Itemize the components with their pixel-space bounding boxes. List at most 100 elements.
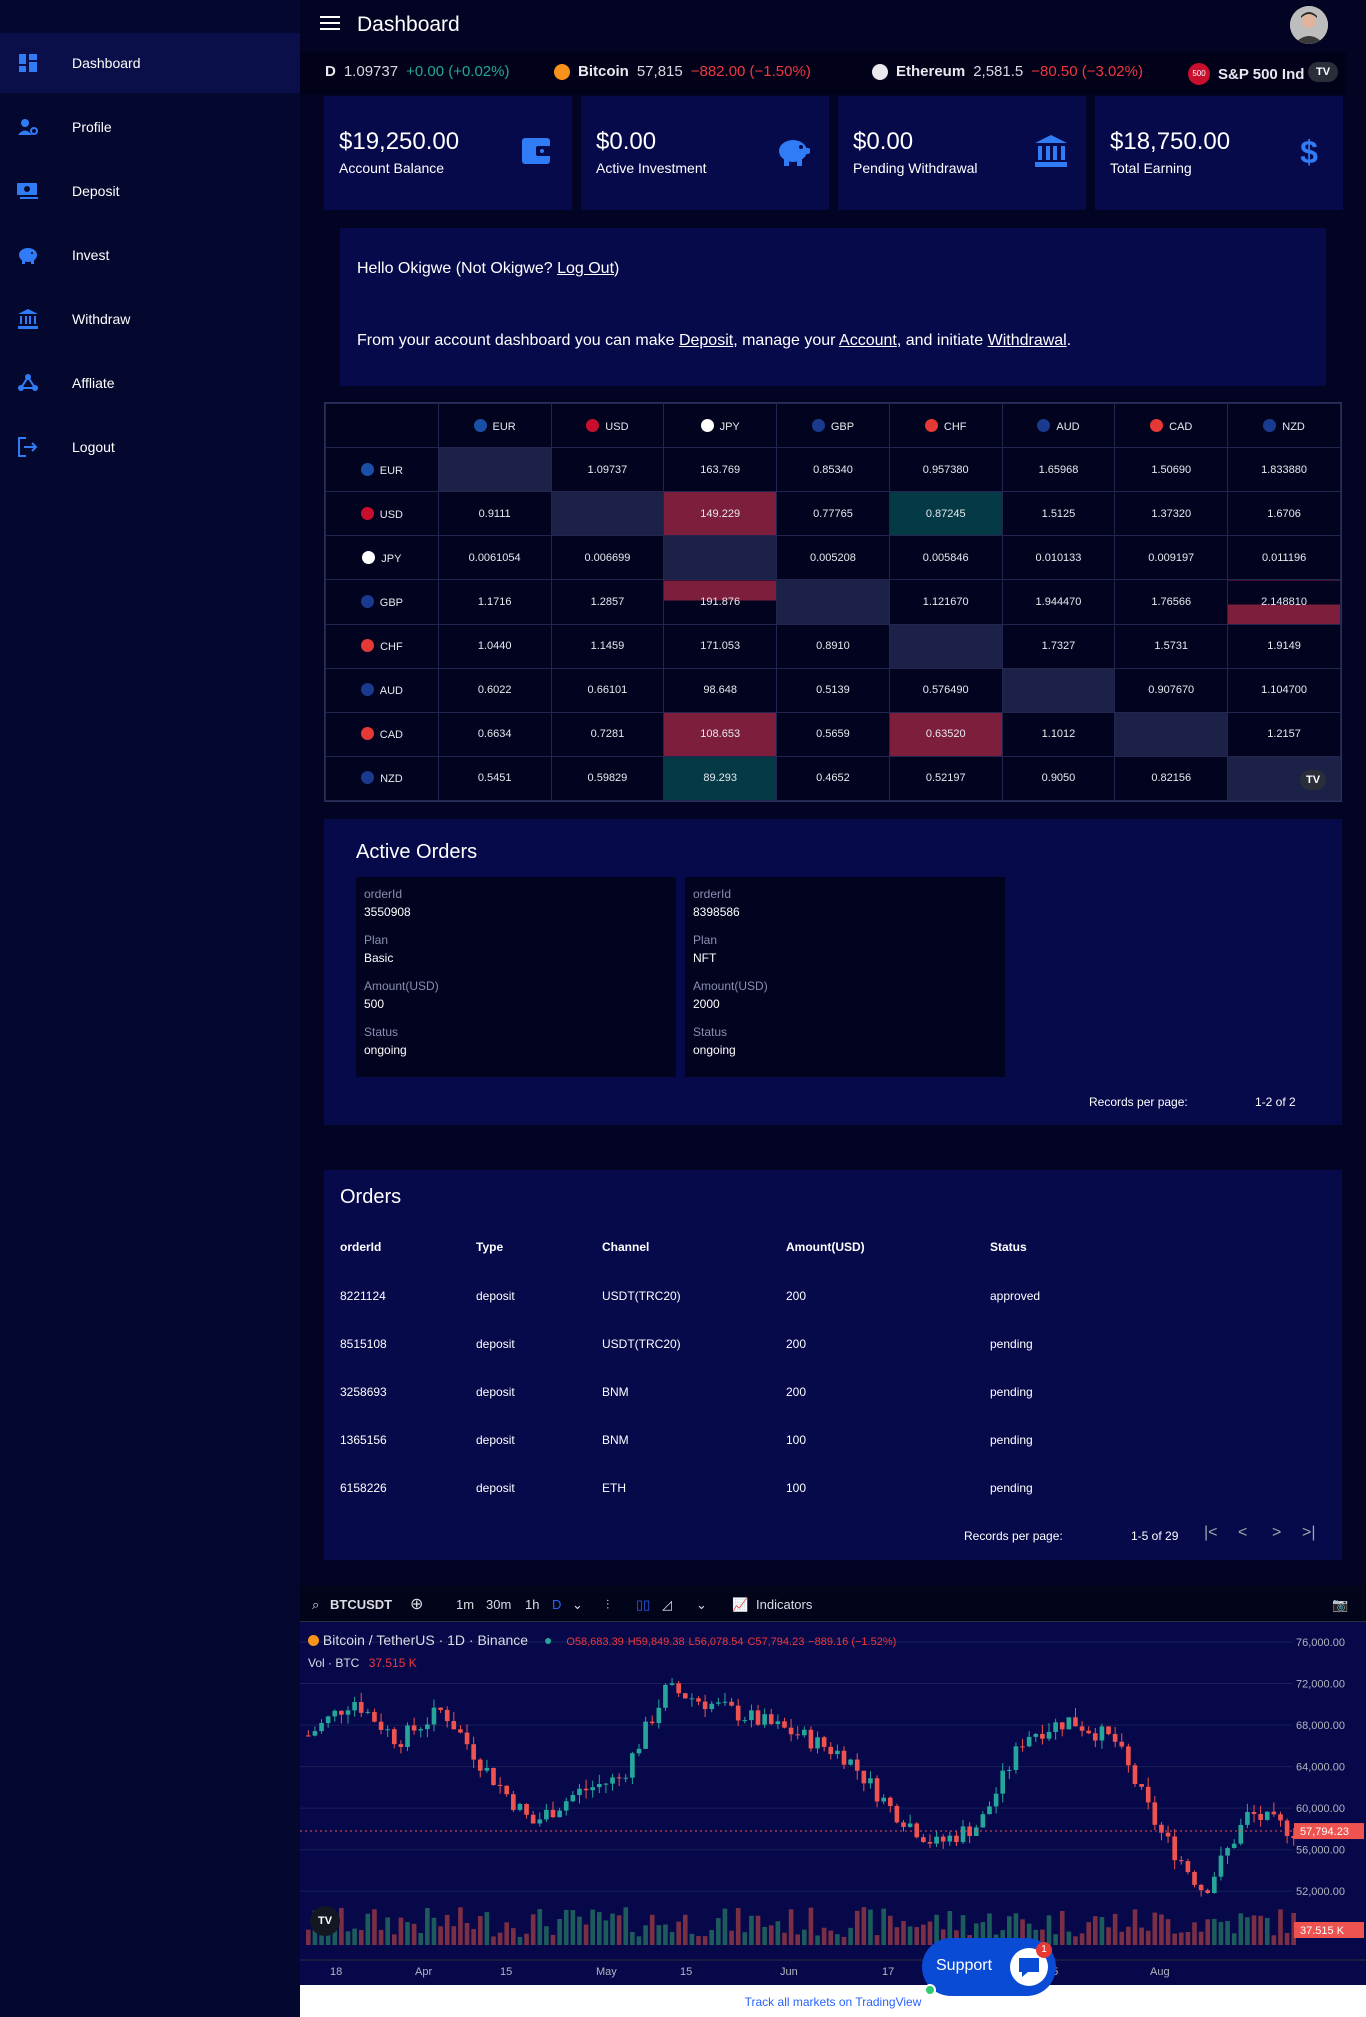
previous-page-icon[interactable]: < <box>1238 1524 1247 1542</box>
fx-column-header[interactable]: CHF <box>888 402 1003 449</box>
fx-rate-cell[interactable]: 0.66101 <box>550 667 665 713</box>
fx-rate-cell[interactable]: 0.77765 <box>776 491 890 537</box>
fx-row-header[interactable]: EUR <box>325 447 439 493</box>
fx-rate-cell[interactable]: 1.833880 <box>1227 447 1341 493</box>
fx-rate-cell[interactable]: 1.65968 <box>1001 447 1116 493</box>
orders-column-header[interactable]: Channel <box>602 1240 649 1254</box>
forex-cross-rates-widget[interactable]: EUR USD JPY GBP CHF AUD CAD NZD EUR 1.09737 163.76… <box>324 402 1342 802</box>
interval-1m[interactable]: 1m <box>456 1597 474 1612</box>
fx-rate-cell[interactable]: 0.4652 <box>776 755 890 802</box>
indicators-button[interactable]: Indicators <box>756 1597 812 1612</box>
fx-rate-cell[interactable]: 1.5731 <box>1114 623 1229 669</box>
interval-d[interactable]: D <box>552 1597 561 1612</box>
withdrawal-link[interactable]: Withdrawal <box>988 332 1067 349</box>
fx-rate-cell[interactable]: 89.293 <box>663 755 778 802</box>
ticker-item[interactable]: Ethereum 2,581.5 −80.50 (−3.02%) <box>872 63 1143 80</box>
fx-rate-cell[interactable]: 0.907670 <box>1114 667 1229 713</box>
candlestick-chart[interactable]: 76,000.00 72,000.00 68,000.00 64,000.00 60,0… <box>300 1622 1366 1985</box>
fx-rate-cell[interactable]: 1.1012 <box>1001 711 1116 757</box>
fx-rate-cell[interactable]: 0.6634 <box>437 711 552 757</box>
fx-rate-cell[interactable]: 1.7327 <box>1001 623 1116 669</box>
ticker-tape[interactable]: D 1.09737 +0.00 (+0.02%) Bitcoin 57,815 … <box>300 52 1346 94</box>
first-page-icon[interactable]: |< <box>1204 1524 1218 1542</box>
fx-column-header[interactable]: CAD <box>1114 402 1229 449</box>
fx-rate-cell[interactable]: 149.229 <box>663 491 778 537</box>
fx-rate-cell[interactable]: 0.5139 <box>776 667 890 713</box>
account-link[interactable]: Account <box>839 332 897 349</box>
fx-rate-cell[interactable]: 1.9149 <box>1227 623 1341 669</box>
chevron-down-icon[interactable]: ⌄ <box>572 1597 583 1613</box>
fx-row-header[interactable]: AUD <box>325 667 439 713</box>
fx-rate-cell[interactable]: 1.09737 <box>550 447 665 493</box>
fx-rate-cell[interactable]: 108.653 <box>663 711 778 757</box>
fx-rate-cell[interactable]: 1.0440 <box>437 623 552 669</box>
fx-rate-cell[interactable]: 1.2157 <box>1227 711 1341 757</box>
fx-rate-cell[interactable]: 1.121670 <box>888 579 1003 625</box>
fx-rate-cell[interactable]: 0.9111 <box>437 491 552 537</box>
bar-type-icon[interactable]: ⫶ <box>606 1597 609 1613</box>
fx-column-header[interactable]: EUR <box>437 402 552 449</box>
orders-column-header[interactable]: Amount(USD) <box>786 1240 865 1254</box>
fx-rate-cell[interactable]: 0.5659 <box>776 711 890 757</box>
interval-1h[interactable]: 1h <box>525 1597 539 1612</box>
logout-link[interactable]: Log Out <box>557 260 614 277</box>
fx-rate-cell[interactable]: 1.6706 <box>1227 491 1341 537</box>
fx-column-header[interactable]: AUD <box>1001 402 1116 449</box>
fx-rate-cell[interactable]: 0.957380 <box>888 447 1003 493</box>
fx-column-header[interactable]: NZD <box>1227 402 1341 449</box>
fx-row-header[interactable]: NZD <box>325 755 439 802</box>
next-page-icon[interactable]: > <box>1272 1524 1281 1542</box>
sidebar-item-dashboard[interactable]: Dashboard <box>0 33 300 93</box>
fx-rate-cell[interactable] <box>437 447 552 493</box>
fx-rate-cell[interactable]: 1.2857 <box>550 579 665 625</box>
fx-rate-cell[interactable]: 1.1716 <box>437 579 552 625</box>
fx-column-header[interactable]: USD <box>550 402 665 449</box>
orders-column-header[interactable]: orderId <box>340 1240 381 1254</box>
fx-rate-cell[interactable]: 1.37320 <box>1114 491 1229 537</box>
fx-rate-cell[interactable] <box>1001 667 1116 713</box>
tradingview-logo-icon[interactable]: TV <box>1300 770 1326 790</box>
fx-column-header[interactable]: JPY <box>663 402 778 449</box>
fx-rate-cell[interactable]: 1.76566 <box>1114 579 1229 625</box>
sidebar-item-withdraw[interactable]: Withdraw <box>0 289 300 349</box>
fx-row-header[interactable]: CHF <box>325 623 439 669</box>
fx-rate-cell[interactable]: 1.5125 <box>1001 491 1116 537</box>
ticker-item[interactable]: D 1.09737 +0.00 (+0.02%) <box>325 63 509 80</box>
fx-rate-cell[interactable]: 1.50690 <box>1114 447 1229 493</box>
sidebar-item-profile[interactable]: Profile <box>0 97 300 157</box>
fx-rate-cell[interactable]: 0.009197 <box>1114 535 1229 581</box>
fx-rate-cell[interactable]: 0.0061054 <box>437 535 552 581</box>
fx-row-header[interactable]: CAD <box>325 711 439 757</box>
fx-rate-cell[interactable]: 0.005846 <box>888 535 1003 581</box>
fx-rate-cell[interactable]: 0.6022 <box>437 667 552 713</box>
fx-rate-cell[interactable]: 0.87245 <box>888 491 1003 537</box>
last-page-icon[interactable]: >| <box>1302 1524 1316 1542</box>
fx-rate-cell[interactable] <box>663 535 778 581</box>
ticker-item[interactable]: 500 S&P 500 Ind <box>1188 63 1304 85</box>
fx-rate-cell[interactable] <box>776 579 890 625</box>
orders-column-header[interactable]: Type <box>476 1240 503 1254</box>
candles-icon[interactable]: ▯▯ <box>636 1597 650 1613</box>
camera-icon[interactable]: 📷 <box>1332 1597 1348 1613</box>
fx-rate-cell[interactable] <box>550 491 665 537</box>
symbol-selector[interactable]: BTCUSDT <box>330 1597 392 1612</box>
indicators-icon[interactable]: 📈 <box>732 1597 748 1613</box>
fx-rate-cell[interactable]: 0.59829 <box>550 755 665 802</box>
tradingview-chart-widget[interactable]: ⌕ BTCUSDT ⊕ 1m 30m 1h D ⌄ ⫶ ▯▯ ◿ ⌄ 📈 Ind… <box>300 1586 1366 2017</box>
fx-rate-cell[interactable]: 0.5451 <box>437 755 552 802</box>
tradingview-logo-icon[interactable]: TV <box>1308 62 1338 82</box>
fx-rate-cell[interactable]: 1.944470 <box>1001 579 1116 625</box>
tradingview-footer-link[interactable]: Track all markets on TradingView <box>745 1995 922 2009</box>
sidebar-item-invest[interactable]: Invest <box>0 225 300 285</box>
fx-rate-cell[interactable]: 163.769 <box>663 447 778 493</box>
fx-rate-cell[interactable]: 2.148810 <box>1227 579 1341 625</box>
fx-rate-cell[interactable]: 0.005208 <box>776 535 890 581</box>
fx-rate-cell[interactable]: 0.9050 <box>1001 755 1116 802</box>
fx-rate-cell[interactable]: 0.82156 <box>1114 755 1229 802</box>
fx-row-header[interactable]: USD <box>325 491 439 537</box>
fx-rate-cell[interactable]: 98.648 <box>663 667 778 713</box>
fx-rate-cell[interactable]: 171.053 <box>663 623 778 669</box>
fx-rate-cell[interactable]: 0.576490 <box>888 667 1003 713</box>
fx-rate-cell[interactable]: 1.104700 <box>1227 667 1341 713</box>
fx-rate-cell[interactable]: 0.7281 <box>550 711 665 757</box>
